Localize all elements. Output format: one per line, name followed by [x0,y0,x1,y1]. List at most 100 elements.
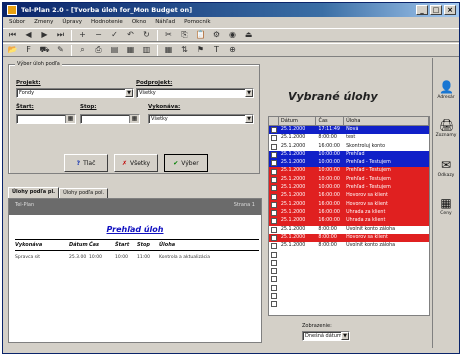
previous-record-icon[interactable]: ◀ [23,30,34,40]
chevron-down-icon[interactable]: ▼ [245,115,253,123]
table-row[interactable]: 25.1.2000 8:00:00 test [269,134,429,143]
table-row[interactable]: 25.1.2000 16:00:00 Uhrada za klient [269,217,429,226]
minimize-button[interactable]: _ [416,5,428,15]
refresh-icon[interactable]: ↻ [141,30,152,40]
chevron-down-icon[interactable]: ▼ [245,89,253,97]
table-row[interactable]: 25.1.2000 10:00:00 Prehľad - Testujem [269,175,429,185]
row-checkbox[interactable] [269,234,279,242]
row-checkbox[interactable] [269,250,279,258]
document-icon[interactable]: ▤ [109,45,120,55]
table-row[interactable] [269,250,429,259]
row-checkbox[interactable] [269,217,279,225]
menu-item-changes[interactable]: Zmeny [34,19,53,28]
menu-item-preview[interactable]: Náhľad [155,19,175,28]
row-checkbox[interactable] [269,275,279,283]
menu-item-window[interactable]: Okno [132,19,146,28]
zoom-icon[interactable]: ⊕ [227,45,238,55]
delete-record-icon[interactable]: − [93,30,104,40]
paste-icon[interactable]: 📋 [195,30,206,40]
row-checkbox[interactable] [269,242,279,250]
table-row[interactable] [269,300,429,309]
search-icon[interactable]: ⌕ [77,45,88,55]
table-row[interactable] [269,291,429,301]
row-checkbox[interactable] [269,167,279,175]
table-row[interactable] [269,258,429,268]
close-button[interactable]: × [444,5,456,15]
table-row[interactable]: 25.1.2000 10:00:00 Prehľad - Testujem [269,159,429,168]
open-folder-icon[interactable]: 📂 [7,45,18,55]
table-row[interactable]: 25.1.2000 16:00:00 Skontroluj konto [269,142,429,151]
table-row[interactable]: 25.1.2000 10:00:00 Prehľad [269,150,429,160]
text-icon[interactable]: T [211,45,222,55]
sidebar-item-messages[interactable]: ✉ Odkazy [434,158,458,186]
table-row[interactable]: 25.1.2000 16:00:00 Hovorov sa klient [269,192,429,201]
row-checkbox[interactable] [269,300,279,308]
task-list[interactable]: Dátum Čas Úloha 25.1.2000 17:11:49 Nová 25.… [268,116,430,316]
sidebar-item-lists[interactable]: 🖨 Zoznamy [434,118,458,146]
subproject-select[interactable]: Všetky ▼ [136,88,254,98]
car-icon[interactable]: ⛟ [39,45,50,55]
copy-icon[interactable]: ⎘ [179,30,190,40]
table-row[interactable] [269,267,429,276]
table-row[interactable]: 25.1.2000 10:00:00 Prehľad - Testujem [269,184,429,193]
first-record-icon[interactable]: ⏮ [7,30,18,40]
project-select[interactable]: Fondy ▼ [16,88,134,98]
chevron-down-icon[interactable]: ▼ [125,89,133,97]
table-row[interactable] [269,283,429,292]
row-checkbox[interactable] [269,134,279,142]
sidebar-item-prices[interactable]: ▦ Ceny [434,196,458,224]
row-checkbox[interactable] [269,284,279,292]
cut-icon[interactable]: ✂ [163,30,174,40]
row-checkbox[interactable] [269,151,279,159]
menu-item-file[interactable]: Súbor [9,19,25,28]
table-row[interactable]: 25.1.2000 16:00:00 Uhrada za klient [269,208,429,218]
table-row[interactable] [269,275,429,284]
stop-date-field[interactable]: ▦ [80,114,140,124]
print-button[interactable]: ? Tlač [64,154,108,172]
table-row[interactable]: 25.1.2000 10:00:00 Prehľad - Testujem [269,167,429,176]
row-checkbox[interactable] [269,192,279,200]
col-date[interactable]: Dátum [279,117,317,125]
table-icon[interactable]: ▦ [163,45,174,55]
menu-item-help[interactable]: Pomocník [184,19,210,28]
flag-icon[interactable]: ⚑ [195,45,206,55]
save-icon[interactable]: ✓ [109,30,120,40]
next-record-icon[interactable]: ▶ [39,30,50,40]
maximize-button[interactable]: □ [430,5,442,15]
calendar-icon[interactable]: ▦ [125,45,136,55]
table-row[interactable]: 25.1.2000 16:00:00 Hovorov sa klient [269,200,429,209]
zoom-select[interactable]: Dnešná dátum ▼ [302,331,350,341]
col-time[interactable]: Čas [316,117,345,125]
row-checkbox[interactable] [269,184,279,192]
filter-icon[interactable]: ⚙ [211,30,222,40]
last-record-icon[interactable]: ⏭ [55,30,66,40]
table-row[interactable]: 25.1.2000 8:00:00 Hovorov sa klient [269,233,429,243]
row-checkbox[interactable] [269,159,279,167]
table-row[interactable]: 25.1.2000 8:00:00 Uvolniť konto záloha [269,242,429,251]
row-checkbox[interactable] [269,126,279,134]
row-checkbox[interactable] [269,292,279,300]
menu-item-edit[interactable]: Úpravy [62,19,82,28]
row-checkbox[interactable] [269,176,279,184]
sidebar-item-address-book[interactable]: 👤 Adresár [434,80,458,108]
chevron-down-icon[interactable]: ▼ [341,332,349,340]
globe-icon[interactable]: ◉ [227,30,238,40]
row-checkbox[interactable] [269,143,279,151]
menu-item-evaluation[interactable]: Hodnotenie [91,19,123,28]
wrench-icon[interactable]: ✎ [55,45,66,55]
table-row[interactable]: 25.1.2000 17:11:49 Nová [269,126,429,135]
row-checkbox[interactable] [269,267,279,275]
all-button[interactable]: ✗ Všetky [114,154,158,172]
start-date-field[interactable]: ▦ [16,114,76,124]
chart-icon[interactable]: ▥ [141,45,152,55]
tab-tasks-by-item[interactable]: Úlohy podľa pol. [59,188,109,198]
row-checkbox[interactable] [269,201,279,209]
print-icon[interactable]: ⎙ [93,45,104,55]
row-checkbox[interactable] [269,226,279,234]
select-button[interactable]: ✔ Výber [164,154,208,172]
row-checkbox[interactable] [269,259,279,267]
exit-icon[interactable]: ⏏ [243,30,254,40]
table-row[interactable]: 25.1.2000 8:00:00 Uvolniť konto záloha [269,225,429,234]
responsible-select[interactable]: Všetky ▼ [148,114,254,124]
col-task[interactable]: Úloha [344,117,429,125]
